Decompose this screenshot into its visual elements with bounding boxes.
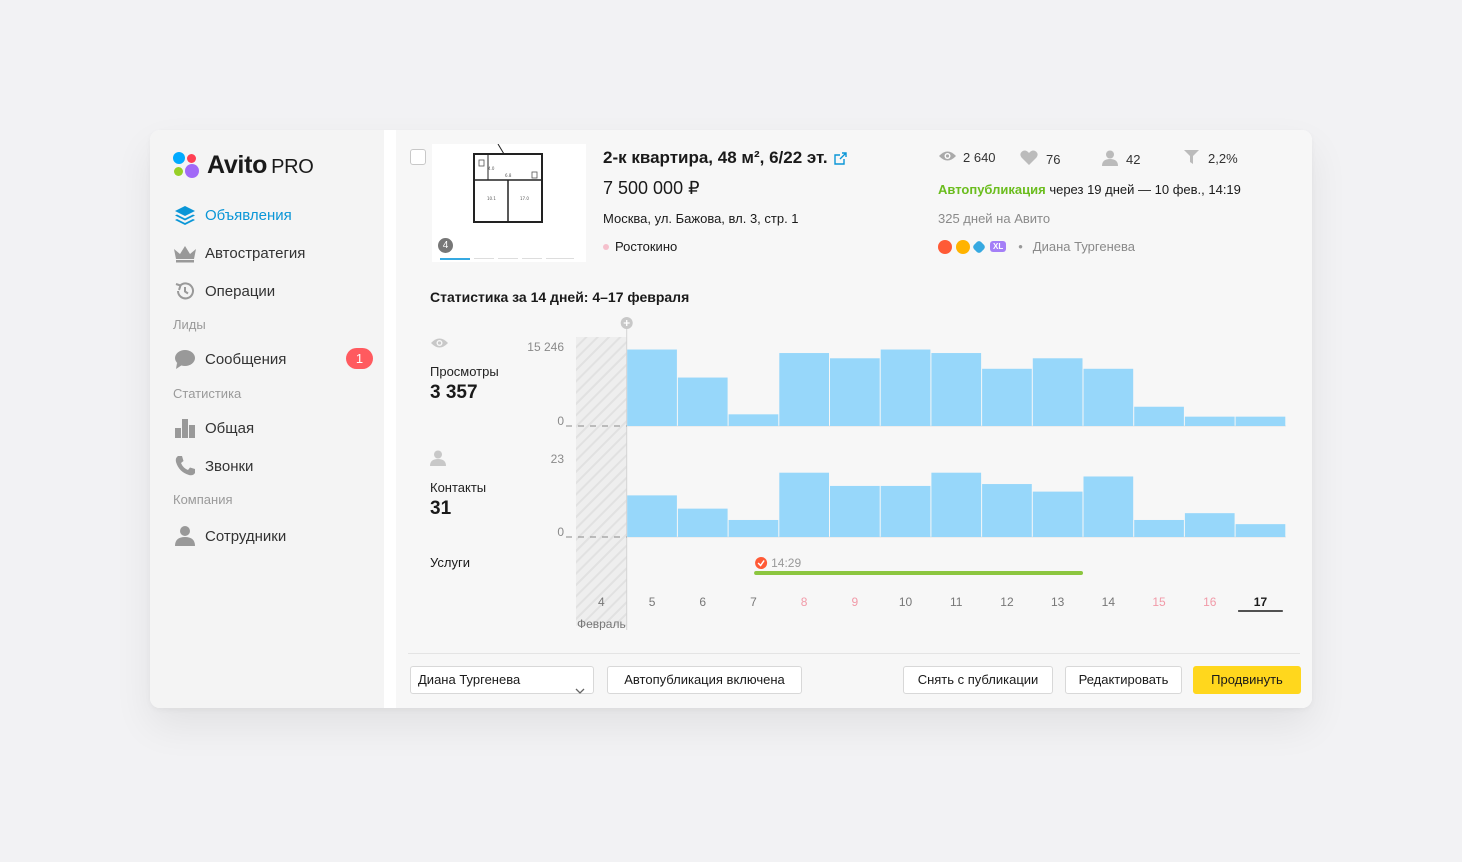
contacts-min-label: 0 <box>557 525 564 539</box>
day-label-8: 8 <box>801 595 808 609</box>
services-label: Услуги <box>430 555 470 570</box>
month-label: Февраль <box>577 617 626 630</box>
stats-chart: 14:29 4 5 6 7 8 9 10 11 12 13 14 15 16 17 Февраль <box>566 317 1286 630</box>
unpublish-button[interactable]: Снять с публикации <box>903 666 1053 694</box>
bar-views-16 <box>1184 416 1235 426</box>
bar-views-5 <box>627 349 677 426</box>
bar-contacts-5 <box>627 495 677 537</box>
bar-chart-icon <box>173 416 197 440</box>
sidebar-item-label: Операции <box>205 282 276 300</box>
bar-contacts-10 <box>880 485 931 537</box>
footer-divider <box>408 653 1300 654</box>
day-label-15: 15 <box>1152 595 1166 609</box>
bar-views-9 <box>830 358 880 426</box>
sidebar-item-general-stats[interactable]: Общая <box>173 414 373 442</box>
day-label-17: 17 <box>1254 595 1268 609</box>
user-icon <box>430 450 486 471</box>
highlight-service-icon <box>755 557 768 569</box>
service-time: 14:29 <box>771 556 801 570</box>
bar-views-15 <box>1134 406 1184 426</box>
phone-icon <box>173 454 197 478</box>
contacts-label: Контакты <box>430 480 487 495</box>
sidebar-item-operations[interactable]: Операции <box>173 277 373 305</box>
views-min-label: 0 <box>557 414 564 428</box>
bar-views-11 <box>931 353 982 426</box>
sidebar-item-employees[interactable]: Сотрудники <box>173 522 373 550</box>
day-label-4: 4 <box>598 595 605 609</box>
listing-card: Avito PRO Объявления Автостратегия Операц… <box>150 130 1312 708</box>
autopublication-button[interactable]: Автопубликация включена <box>607 666 802 694</box>
sidebar-item-autostrategy[interactable]: Автостратегия <box>173 239 373 267</box>
day-label-13: 13 <box>1051 595 1065 609</box>
bar-views-14 <box>1083 368 1134 426</box>
bar-views-7 <box>728 414 779 426</box>
bar-views-12 <box>982 368 1032 426</box>
bar-views-10 <box>880 349 931 426</box>
day-label-14: 14 <box>1102 595 1116 609</box>
bar-contacts-8 <box>779 472 829 537</box>
layers-icon <box>173 203 197 227</box>
sidebar-item-label: Общая <box>205 419 255 437</box>
bar-views-6 <box>677 377 728 426</box>
sidebar-item-messages[interactable]: Сообщения 1 <box>173 345 373 373</box>
views-max-label: 15 246 <box>527 340 564 354</box>
sidebar-item-label: Сотрудники <box>205 527 287 545</box>
unread-badge: 1 <box>346 348 373 369</box>
section-leads: Лиды <box>173 317 206 332</box>
service-period-bar <box>754 571 1083 575</box>
section-stats: Статистика <box>173 386 242 401</box>
bar-contacts-16 <box>1184 513 1235 537</box>
views-total: 3 357 <box>430 382 478 403</box>
logo-dots-icon <box>173 152 201 180</box>
unavailable-period <box>576 337 627 626</box>
logo-text: Avito PRO <box>207 151 314 179</box>
user-icon <box>173 524 197 548</box>
sidebar-item-label: Объявления <box>205 206 292 224</box>
bar-contacts-14 <box>1083 476 1134 537</box>
bar-contacts-6 <box>677 508 728 537</box>
day-label-7: 7 <box>750 595 757 609</box>
bar-contacts-17 <box>1235 524 1286 537</box>
bar-contacts-15 <box>1134 519 1184 537</box>
bar-contacts-9 <box>830 485 880 537</box>
edit-button[interactable]: Редактировать <box>1065 666 1182 694</box>
promote-button[interactable]: Продвинуть <box>1193 666 1301 694</box>
section-company: Компания <box>173 492 233 507</box>
bar-contacts-11 <box>931 472 982 537</box>
day-label-6: 6 <box>699 595 706 609</box>
bar-contacts-12 <box>982 484 1032 537</box>
sidebar-item-label: Сообщения <box>205 350 287 368</box>
crown-icon <box>173 241 197 265</box>
sidebar-item-listings[interactable]: Объявления <box>173 201 373 229</box>
day-label-5: 5 <box>649 595 656 609</box>
bar-contacts-7 <box>728 519 779 537</box>
day-label-10: 10 <box>899 595 913 609</box>
contacts-max-label: 23 <box>550 452 564 466</box>
manager-select[interactable]: Диана Тургенева <box>410 666 594 694</box>
sidebar-item-label: Автостратегия <box>205 244 306 262</box>
sidebar: Avito PRO Объявления Автостратегия Операц… <box>150 130 384 708</box>
contacts-metric: Контакты 31 <box>430 450 486 520</box>
views-metric: Просмотры 3 357 <box>430 336 499 404</box>
main-panel: 10.1 17.0 6.8 4.0 4 2-к квартира, 48 м²,… <box>396 130 1312 708</box>
bar-contacts-13 <box>1032 491 1083 537</box>
day-label-11: 11 <box>950 595 963 609</box>
day-label-9: 9 <box>852 595 859 609</box>
views-label: Просмотры <box>430 364 499 379</box>
chat-icon <box>173 347 197 371</box>
bar-views-8 <box>779 353 829 426</box>
bar-views-17 <box>1235 416 1286 426</box>
sidebar-item-calls[interactable]: Звонки <box>173 452 373 480</box>
sidebar-item-label: Звонки <box>205 457 254 475</box>
day-label-16: 16 <box>1203 595 1217 609</box>
bar-views-13 <box>1032 358 1083 426</box>
day-label-12: 12 <box>1000 595 1014 609</box>
chevron-down-icon <box>575 677 585 703</box>
history-icon <box>173 279 197 303</box>
eye-icon <box>430 336 499 354</box>
contacts-total: 31 <box>430 498 452 519</box>
